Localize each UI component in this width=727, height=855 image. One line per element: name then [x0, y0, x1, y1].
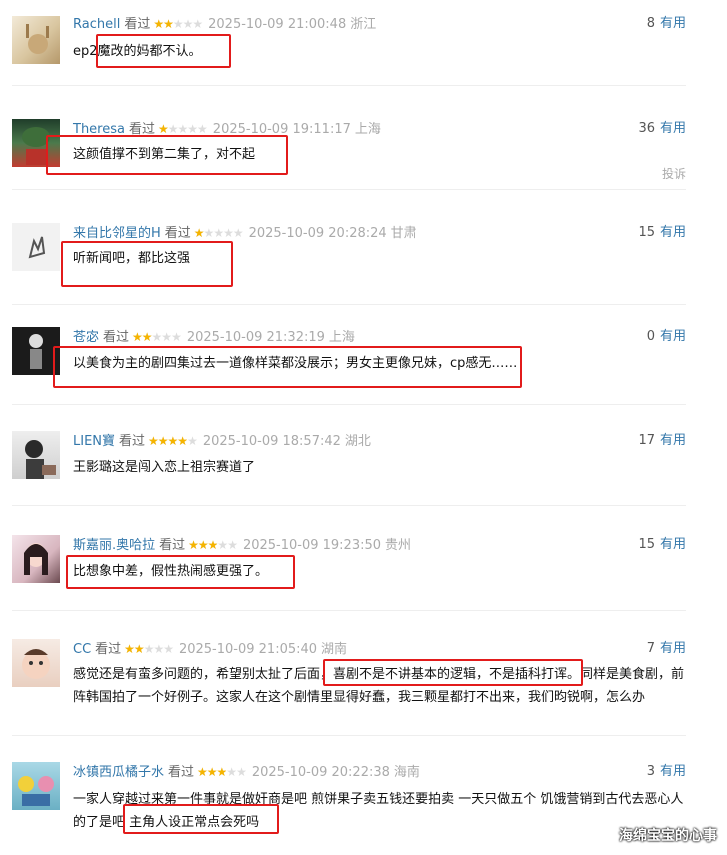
useful-vote[interactable]: 15 有用	[638, 535, 686, 555]
comment-location: 上海	[328, 330, 355, 345]
highlight-box	[96, 34, 231, 68]
divider	[12, 505, 686, 506]
avatar[interactable]	[12, 639, 60, 687]
watched-label: 看过	[168, 765, 195, 780]
vote-count: 8	[646, 16, 655, 31]
highlight-box	[123, 804, 279, 834]
username[interactable]: 斯嘉丽.奥哈拉	[73, 538, 155, 553]
star-rating: ★★★★★★★★★★	[148, 434, 198, 448]
avatar[interactable]	[12, 431, 60, 479]
star-rating: ★★★★★★★★★★	[124, 642, 174, 656]
comment-time: 2025-10-09 20:28:24	[248, 226, 387, 241]
highlight-box	[323, 659, 583, 686]
star-rating: ★★★★★★★★★★	[197, 765, 247, 779]
star-rating: ★★★★★★★★★★	[193, 226, 244, 240]
hand-gesture-icon	[28, 236, 46, 259]
useful-vote[interactable]: 3 有用	[647, 762, 686, 782]
useful-button[interactable]: 有用	[660, 225, 686, 240]
useful-button[interactable]: 有用	[660, 537, 686, 552]
watermark: 海绵宝宝的心事	[619, 828, 717, 844]
useful-vote[interactable]: 7 有用	[647, 639, 686, 659]
avatar[interactable]	[12, 223, 60, 271]
comment-meta: 冰镇西瓜橘子水看过★★★★★★★★★★ 2025-10-09 20:22:38海南	[73, 762, 420, 782]
comment-time: 2025-10-09 21:32:19	[186, 330, 325, 345]
comment-location: 浙江	[350, 17, 377, 32]
comment-location: 湖南	[321, 642, 348, 657]
avatar[interactable]	[12, 762, 60, 810]
deer-figure-icon	[26, 24, 49, 54]
divider	[12, 189, 686, 190]
report-button[interactable]: 投诉	[662, 165, 686, 182]
highlight-box	[53, 346, 522, 388]
highlight-box	[61, 241, 233, 287]
useful-vote[interactable]: 17 有用	[638, 431, 686, 451]
divider	[12, 304, 686, 305]
comment-time: 2025-10-09 18:57:42	[202, 434, 341, 449]
watched-label: 看过	[159, 538, 186, 553]
divider	[12, 735, 686, 736]
comment-meta: 苍宓看过★★★★★★★★★★ 2025-10-09 21:32:19上海	[73, 327, 355, 347]
highlight-box	[46, 135, 288, 175]
username[interactable]: CC	[73, 642, 91, 657]
useful-button[interactable]: 有用	[660, 121, 686, 136]
watched-label: 看过	[164, 226, 191, 241]
star-rating: ★★★★★★★★★★	[132, 330, 182, 344]
comment-meta: Rachell 看过★★★★★★★★★★ 2025-10-09 21:00:48浙江	[73, 14, 376, 34]
useful-vote[interactable]: 8 有用	[647, 14, 686, 34]
comment-time: 2025-10-09 20:22:38	[251, 765, 390, 780]
comment-meta: LIEN寶看过★★★★★★★★★★ 2025-10-09 18:57:42湖北	[73, 431, 371, 451]
vote-count: 15	[638, 225, 655, 240]
baby-face-icon	[22, 649, 50, 679]
star-rating: ★★★★★★★★★★	[153, 17, 203, 31]
comment-location: 贵州	[385, 538, 412, 553]
comment-time: 2025-10-09 21:05:40	[178, 642, 318, 657]
cartoon-characters-icon	[18, 776, 54, 806]
watched-label: 看过	[103, 330, 130, 345]
useful-button[interactable]: 有用	[660, 329, 686, 344]
comment-time: 2025-10-09 21:00:48	[208, 17, 347, 32]
username[interactable]: 来自比邻星的H	[73, 226, 161, 241]
useful-button[interactable]: 有用	[660, 16, 686, 31]
portrait-icon	[24, 543, 48, 575]
useful-vote[interactable]: 15 有用	[638, 223, 686, 243]
username[interactable]: 冰镇西瓜橘子水	[73, 765, 164, 780]
divider	[12, 85, 686, 86]
watched-label: 看过	[119, 434, 146, 449]
divider	[12, 404, 686, 405]
comment-text: 王影璐这是闯入恋上祖宗赛道了	[73, 460, 256, 475]
woman-portrait-icon	[25, 440, 56, 479]
divider	[12, 610, 686, 611]
comment-location: 甘肃	[390, 226, 417, 241]
comment-meta: 斯嘉丽.奥哈拉看过★★★★★★★★★★ 2025-10-09 19:23:50贵州	[73, 535, 411, 555]
watched-label: 看过	[124, 17, 151, 32]
useful-button[interactable]: 有用	[660, 764, 686, 779]
useful-button[interactable]: 有用	[660, 433, 686, 448]
comment-meta: 来自比邻星的H看过★★★★★★★★★★ 2025-10-09 20:28:24甘肃	[73, 223, 417, 243]
vote-count: 17	[638, 433, 655, 448]
comment-meta: CC 看过★★★★★★★★★★ 2025-10-09 21:05:40湖南	[73, 639, 347, 659]
comment-location: 上海	[354, 122, 381, 137]
vote-count: 7	[646, 641, 655, 656]
useful-vote[interactable]: 0 有用	[647, 327, 686, 347]
vote-count: 0	[646, 329, 655, 344]
useful-vote[interactable]: 36 有用	[638, 119, 686, 139]
useful-button[interactable]: 有用	[660, 641, 686, 656]
vote-count: 15	[638, 537, 655, 552]
avatar[interactable]	[12, 535, 60, 583]
comment-location: 海南	[393, 765, 420, 780]
username[interactable]: LIEN寶	[73, 434, 115, 449]
star-rating: ★★★★★★★★★★	[188, 538, 238, 552]
comment-location: 湖北	[344, 434, 371, 449]
highlight-box	[66, 555, 295, 589]
avatar[interactable]	[12, 16, 60, 64]
vote-count: 36	[638, 121, 655, 136]
username[interactable]: Rachell	[73, 17, 120, 32]
comment-time: 2025-10-09 19:23:50	[242, 538, 382, 553]
vote-count: 3	[646, 764, 655, 779]
watched-label: 看过	[95, 642, 122, 657]
username[interactable]: 苍宓	[73, 330, 99, 345]
